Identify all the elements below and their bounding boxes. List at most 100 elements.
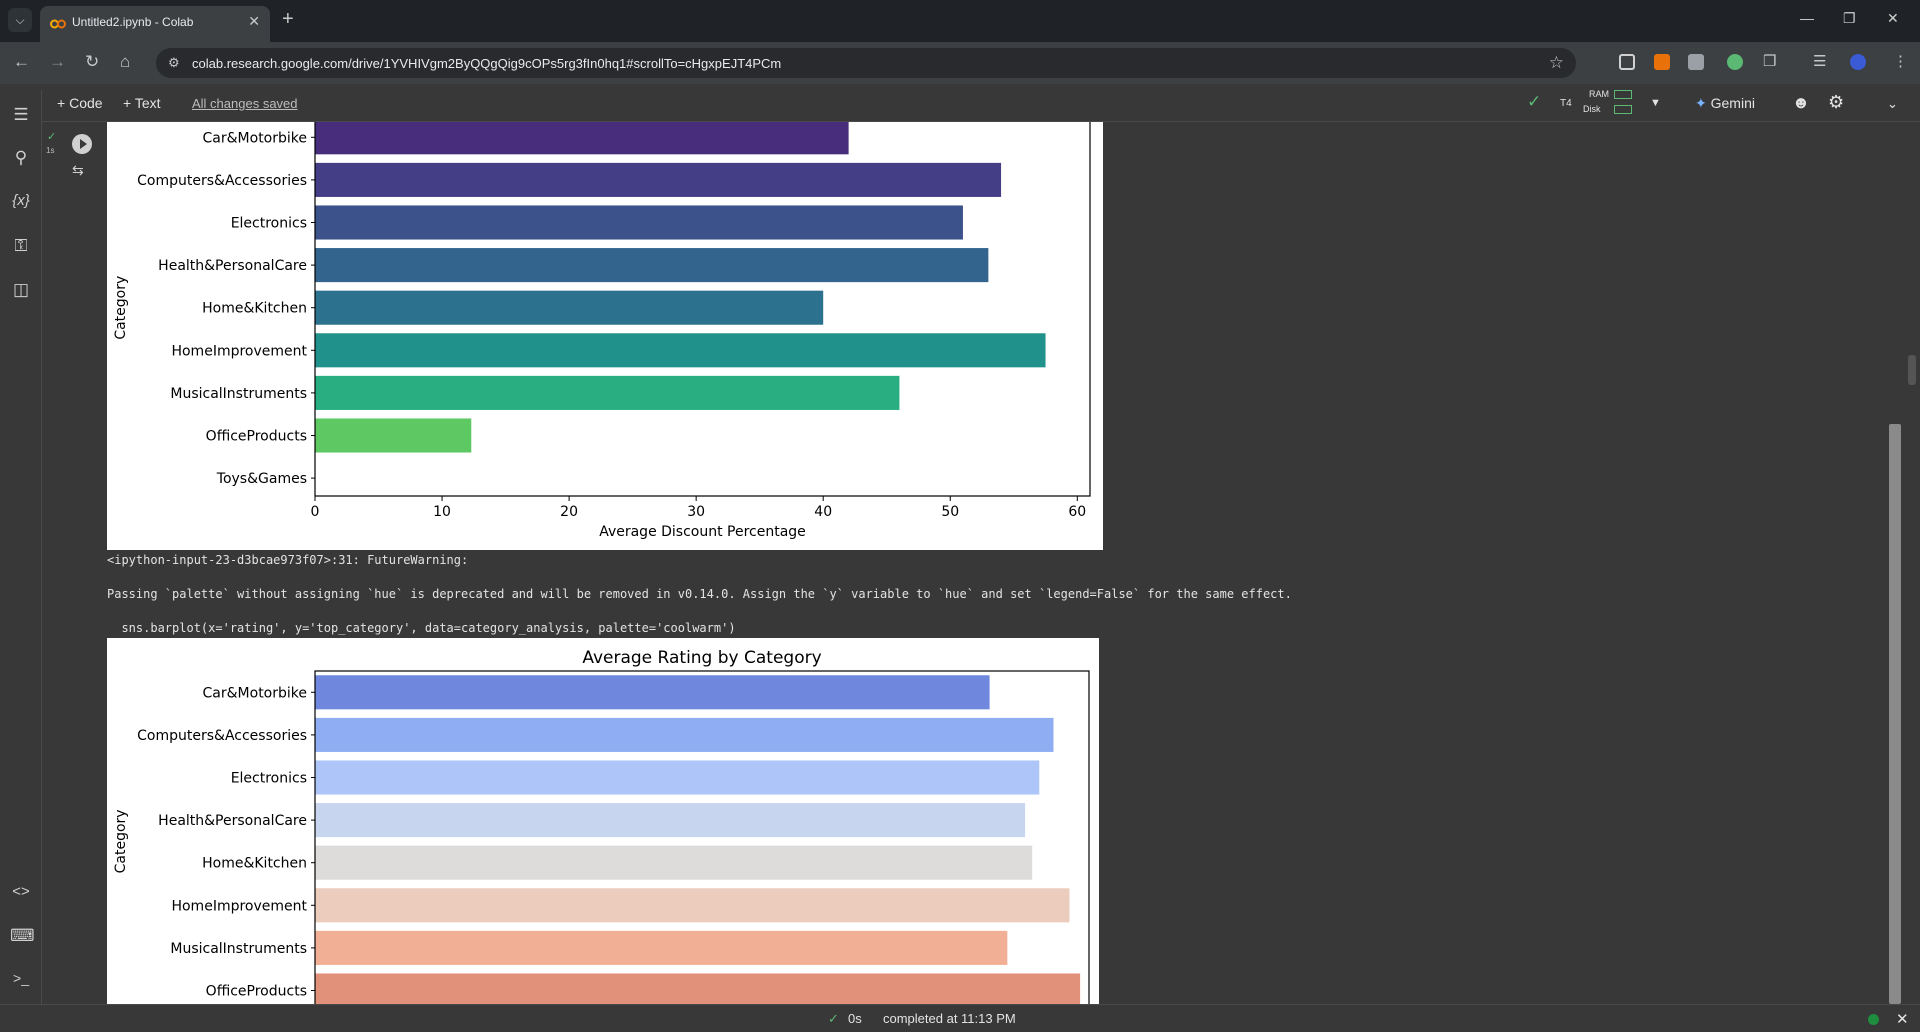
tab-search-button[interactable]: ⌵ xyxy=(8,8,32,32)
y-tick-label: Health&PersonalCare xyxy=(158,258,307,274)
secrets-key-icon[interactable]: ⚿ xyxy=(10,236,32,256)
bar-6 xyxy=(315,930,1008,965)
status-elapsed: 0s xyxy=(848,1011,862,1026)
y-tick-label: Car&Motorbike xyxy=(203,685,307,701)
table-of-contents-icon[interactable]: ☰ xyxy=(10,105,32,125)
bar-6 xyxy=(315,375,900,410)
y-tick-label: OfficeProducts xyxy=(206,429,307,445)
output-actions-icon[interactable]: ⇆ xyxy=(72,162,84,179)
connected-check-icon: ✓ xyxy=(1527,92,1542,111)
minimize-icon[interactable]: — xyxy=(1800,10,1814,26)
x-tick-label: 60 xyxy=(1068,504,1086,520)
ram-meter[interactable] xyxy=(1614,90,1632,99)
omnibox[interactable]: ⚙ colab.research.google.com/drive/1YVHIV… xyxy=(156,48,1576,78)
x-axis-label: Average Discount Percentage xyxy=(599,524,806,540)
share-people-icon[interactable]: ☻ xyxy=(1792,93,1810,113)
code-snippets-icon[interactable]: <> xyxy=(10,883,32,900)
bar-3 xyxy=(315,803,1026,838)
cell-exec-time: 1s xyxy=(46,146,55,155)
warning-line-3: sns.barplot(x='rating', y='top_category'… xyxy=(107,621,736,635)
disk-meter[interactable] xyxy=(1614,105,1632,114)
y-tick-label: HomeImprovement xyxy=(171,343,307,359)
bar-7 xyxy=(315,973,1081,1004)
extension-icon[interactable] xyxy=(1688,54,1704,70)
chart-title: Average Rating by Category xyxy=(582,648,821,668)
close-tab-icon[interactable]: ✕ xyxy=(248,13,260,30)
bar-5 xyxy=(315,333,1046,368)
y-axis-label: Category xyxy=(113,809,129,873)
bar-0 xyxy=(315,120,849,155)
gemini-button[interactable]: ✦ Gemini xyxy=(1695,95,1755,112)
cell-success-check-icon: ✓ xyxy=(47,131,57,143)
add-code-button[interactable]: + Code xyxy=(57,95,103,111)
y-tick-label: MusicalInstruments xyxy=(170,386,307,402)
back-icon[interactable]: ← xyxy=(13,52,30,72)
files-folder-icon[interactable]: ◫ xyxy=(10,280,32,300)
status-check-icon: ✓ xyxy=(828,1011,839,1026)
new-tab-button[interactable]: + xyxy=(282,8,294,31)
status-bar: ✓ 0s completed at 11:13 PM ✕ xyxy=(0,1004,1920,1032)
terminal-icon[interactable]: >_ xyxy=(10,970,32,986)
y-tick-label: HomeImprovement xyxy=(171,898,307,914)
y-tick-label: Computers&Accessories xyxy=(137,728,307,744)
bar-0 xyxy=(315,675,990,710)
forward-icon[interactable]: → xyxy=(49,52,66,72)
browser-tab[interactable]: Untitled2.ipynb - Colab ✕ xyxy=(40,6,270,42)
site-info-icon[interactable]: ⚙ xyxy=(168,55,180,71)
x-tick-label: 10 xyxy=(433,504,451,520)
address-bar-row: ← → ↻ ⌂ ⚙ colab.research.google.com/driv… xyxy=(0,42,1920,84)
tab-title: Untitled2.ipynb - Colab xyxy=(72,15,194,29)
status-completed: completed at 11:13 PM xyxy=(883,1011,1016,1026)
collapse-chevron-icon[interactable]: ⌄ xyxy=(1887,96,1898,112)
disk-label: Disk xyxy=(1583,104,1601,114)
add-text-label: Text xyxy=(134,95,161,111)
restore-icon[interactable]: ❐ xyxy=(1843,10,1856,27)
extension-icon[interactable] xyxy=(1654,54,1670,70)
home-icon[interactable]: ⌂ xyxy=(120,52,130,72)
runtime-type: T4 xyxy=(1560,98,1572,109)
extensions-puzzle-icon[interactable]: ❒ xyxy=(1763,52,1776,70)
connection-status-dot xyxy=(1868,1014,1879,1025)
reload-icon[interactable]: ↻ xyxy=(85,52,99,72)
rating-bar-chart: Average Rating by Category Car&Motorbike C… xyxy=(107,638,1099,1004)
variables-icon[interactable]: {x} xyxy=(10,192,32,209)
gemini-label: Gemini xyxy=(1710,95,1755,111)
window-close-icon[interactable]: ✕ xyxy=(1887,10,1899,27)
y-tick-label: Electronics xyxy=(231,216,307,232)
x-tick-label: 50 xyxy=(941,504,959,520)
y-tick-label: OfficeProducts xyxy=(206,984,307,1000)
bar-3 xyxy=(315,248,989,283)
cell-gutter xyxy=(42,122,106,1004)
y-tick-label: Home&Kitchen xyxy=(202,301,307,317)
notebook-scrollbar-thumb[interactable] xyxy=(1889,424,1901,1004)
colab-toolbar: + Code + Text All changes saved ✓ T4 RAM… xyxy=(0,84,1920,122)
left-sidebar: ☰ ⚲ {x} ⚿ ◫ <> ⌨ >_ xyxy=(0,90,42,1004)
discount-bar-chart: Car&Motorbike Computers&Accessories Electr… xyxy=(107,115,1103,550)
y-tick-label: Toys&Games xyxy=(216,471,307,487)
bookmark-star-icon[interactable]: ☆ xyxy=(1549,53,1564,73)
warning-line-1: <ipython-input-23-d3bcae973f07>:31: Futu… xyxy=(107,553,469,567)
add-code-label: Code xyxy=(69,95,103,111)
discount-chart-svg: Car&Motorbike Computers&Accessories Electr… xyxy=(113,115,1091,540)
bar-2 xyxy=(315,760,1040,795)
settings-gear-icon[interactable]: ⚙ xyxy=(1828,92,1844,113)
runtime-dropdown-icon[interactable]: ▼ xyxy=(1650,97,1661,109)
save-status-link[interactable]: All changes saved xyxy=(192,96,298,111)
extension-icon[interactable] xyxy=(1727,54,1743,70)
run-cell-button[interactable] xyxy=(72,134,92,154)
gemini-sparkle-icon: ✦ xyxy=(1695,95,1707,111)
close-status-icon[interactable]: ✕ xyxy=(1896,1010,1909,1028)
chrome-menu-icon[interactable]: ⋮ xyxy=(1893,52,1908,70)
media-controls-icon[interactable]: ☰ xyxy=(1813,52,1826,70)
command-palette-icon[interactable]: ⌨ xyxy=(10,926,35,946)
y-axis-label: Category xyxy=(113,276,129,340)
minimap-scroll-marker[interactable] xyxy=(1908,355,1916,385)
bar-4 xyxy=(315,290,824,325)
x-tick-label: 20 xyxy=(560,504,578,520)
bar-5 xyxy=(315,888,1070,923)
search-icon[interactable]: ⚲ xyxy=(10,148,32,168)
profile-avatar[interactable] xyxy=(1850,54,1866,70)
extension-icon[interactable] xyxy=(1619,54,1635,70)
warning-line-2: Passing `palette` without assigning `hue… xyxy=(107,587,1292,601)
add-text-button[interactable]: + Text xyxy=(123,95,161,111)
